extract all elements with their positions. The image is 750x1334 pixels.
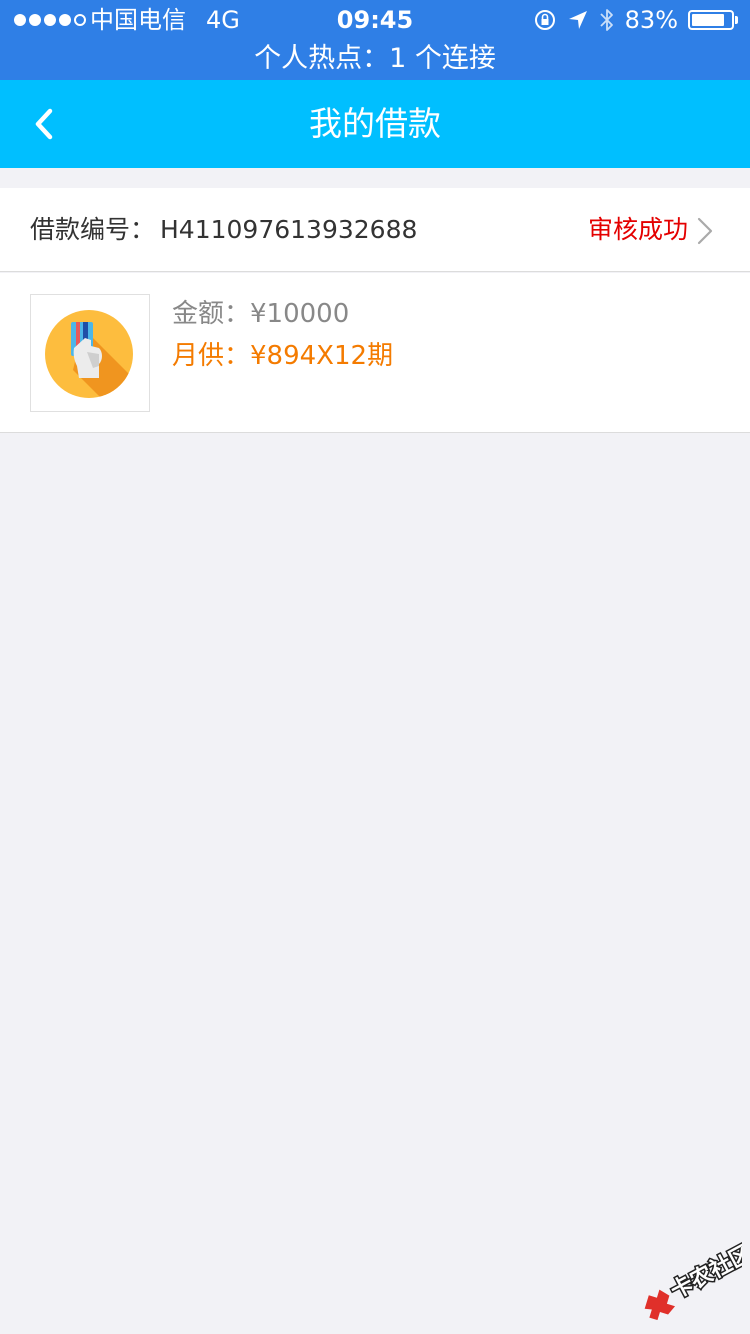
monthly-value: ¥894X12期	[250, 341, 394, 371]
battery-icon	[688, 10, 738, 30]
battery-percentage: 83%	[624, 6, 678, 34]
loan-header-row[interactable]: 借款编号： H411097613932688 审核成功	[0, 188, 750, 272]
status-icons: 83%	[533, 6, 738, 34]
nav-bar: 我的借款	[0, 80, 750, 168]
loan-number-label: 借款编号：	[30, 215, 156, 244]
bluetooth-icon	[599, 7, 615, 33]
location-arrow-icon	[567, 9, 589, 31]
rotation-lock-icon	[533, 8, 557, 32]
status-bar: 中国电信 4G 09:45 83% 个人热点：1 个连接	[0, 0, 750, 80]
monthly-payment: 月供：¥894X12期	[172, 339, 393, 373]
monthly-label: 月供：	[172, 341, 251, 371]
loan-thumbnail	[30, 294, 150, 412]
back-button[interactable]	[26, 102, 66, 146]
amount-label: 金额：	[172, 299, 251, 329]
loan-detail-card[interactable]: 金额：¥10000 月供：¥894X12期	[0, 273, 750, 433]
loan-amount: 金额：¥10000	[172, 297, 349, 331]
chevron-right-icon	[697, 217, 713, 245]
back-arrow-icon	[35, 108, 53, 140]
status-row: 中国电信 4G 09:45 83%	[0, 0, 750, 40]
credit-card-hand-icon	[45, 310, 133, 398]
status-badge: 审核成功	[587, 215, 688, 244]
page-title: 我的借款	[309, 104, 441, 143]
watermark-logo: 卡农社区	[630, 1239, 750, 1321]
loan-number-value: H411097613932688	[160, 215, 418, 244]
svg-text:卡农社区: 卡农社区	[666, 1240, 742, 1304]
hotspot-banner[interactable]: 个人热点：1 个连接	[0, 42, 750, 76]
amount-value: ¥10000	[250, 299, 350, 329]
